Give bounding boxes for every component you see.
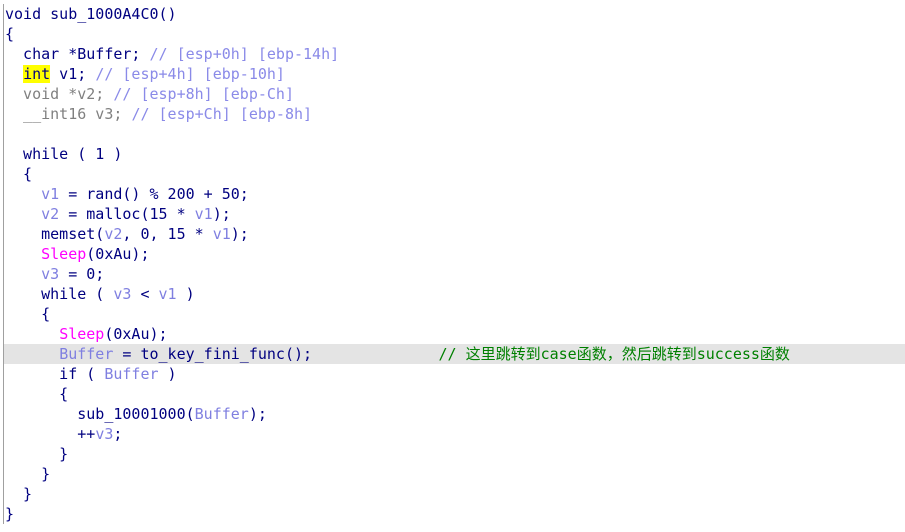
code-token: < (131, 285, 159, 303)
variable-token: v3 (113, 285, 132, 303)
variable-token: v1 (41, 185, 60, 203)
code-line[interactable]: Sleep(0xAu); (4, 324, 905, 344)
code-token: while ( (5, 285, 114, 303)
pseudocode-view[interactable]: void sub_1000A4C0() { char *Buffer; // [e… (3, 4, 905, 524)
code-token: } (5, 505, 15, 523)
code-line[interactable]: { (4, 384, 905, 404)
code-line[interactable]: { (4, 164, 905, 184)
code-token: int (23, 65, 51, 83)
variable-token: Buffer (104, 365, 159, 383)
comment-token: // [esp+4h] [ebp-10h] (95, 65, 285, 83)
code-line[interactable]: } (4, 484, 905, 504)
variable-token: v2 (41, 205, 60, 223)
code-token: = to_key_fini_func(); (113, 345, 439, 363)
code-line[interactable]: v1 = rand() % 200 + 50; (4, 184, 905, 204)
variable-token: Buffer (194, 405, 249, 423)
code-line[interactable]: } (4, 444, 905, 464)
code-line[interactable]: void *v2; // [esp+8h] [ebp-Ch] (4, 84, 905, 104)
code-line[interactable]: while ( 1 ) (4, 144, 905, 164)
variable-token: v3 (95, 425, 114, 443)
code-token: ); (230, 225, 249, 243)
code-line[interactable]: { (4, 304, 905, 324)
code-token: ); (248, 405, 267, 423)
variable-token: v2 (104, 225, 123, 243)
comment-token: // 这里跳转到case函数，然后跳转到success函数 (438, 345, 790, 363)
code-token: { (5, 25, 15, 43)
code-token: { (5, 385, 69, 403)
code-token: ) (176, 285, 195, 303)
variable-token: Buffer (59, 345, 114, 363)
code-line[interactable]: sub_10001000(Buffer); (4, 404, 905, 424)
code-line[interactable]: } (4, 504, 905, 524)
code-token: if ( (5, 365, 105, 383)
code-token: void sub_1000A4C0() (5, 5, 177, 23)
variable-token: v1 (212, 225, 231, 243)
code-line[interactable] (4, 124, 905, 144)
code-token: ; (113, 425, 123, 443)
variable-token: v3 (41, 265, 60, 283)
code-token: { (5, 305, 51, 323)
code-token: } (5, 465, 51, 483)
code-token: { (5, 165, 33, 183)
code-line[interactable]: } (4, 464, 905, 484)
code-line[interactable]: Sleep(0xAu); (4, 244, 905, 264)
code-line[interactable]: v3 = 0; (4, 264, 905, 284)
code-token: = 0; (59, 265, 105, 283)
comment-token: // [esp+Ch] [ebp-8h] (131, 105, 313, 123)
comment-token: // [esp+8h] [ebp-Ch] (113, 85, 294, 103)
code-line[interactable]: { (4, 24, 905, 44)
code-token: } (5, 485, 33, 503)
code-line[interactable]: __int16 v3; // [esp+Ch] [ebp-8h] (4, 104, 905, 124)
code-line[interactable]: while ( v3 < v1 ) (4, 284, 905, 304)
import-call-token: Sleep (41, 245, 87, 263)
code-token: ++ (5, 425, 96, 443)
code-token: memset( (5, 225, 105, 243)
code-token: ) (158, 365, 177, 383)
code-line-current[interactable]: Buffer = to_key_fini_func(); // 这里跳转到cas… (4, 344, 905, 364)
comment-token: // [esp+0h] [ebp-14h] (149, 45, 340, 63)
code-line[interactable]: int v1; // [esp+4h] [ebp-10h] (4, 64, 905, 84)
code-line[interactable]: memset(v2, 0, 15 * v1); (4, 224, 905, 244)
code-token: = malloc(15 * (59, 205, 195, 223)
code-token: v1; (50, 65, 96, 83)
variable-token: v1 (194, 205, 213, 223)
code-token: ); (212, 205, 231, 223)
import-call-token: Sleep (59, 325, 105, 343)
code-token: void *v2; (5, 85, 114, 103)
code-line[interactable]: if ( Buffer ) (4, 364, 905, 384)
variable-token: v1 (158, 285, 177, 303)
code-token: (0xAu); (86, 245, 150, 263)
code-token: sub_10001000( (5, 405, 195, 423)
code-token: while ( 1 ) (5, 145, 123, 163)
code-line[interactable]: void sub_1000A4C0() (4, 4, 905, 24)
code-token: char *Buffer; (5, 45, 150, 63)
code-line[interactable]: v2 = malloc(15 * v1); (4, 204, 905, 224)
code-token: , 0, 15 * (122, 225, 213, 243)
code-token: = rand() % 200 + 50; (59, 185, 249, 203)
code-line[interactable]: char *Buffer; // [esp+0h] [ebp-14h] (4, 44, 905, 64)
code-token: } (5, 445, 69, 463)
code-token: __int16 v3; (5, 105, 132, 123)
code-token: (0xAu); (104, 325, 168, 343)
code-line[interactable]: ++v3; (4, 424, 905, 444)
